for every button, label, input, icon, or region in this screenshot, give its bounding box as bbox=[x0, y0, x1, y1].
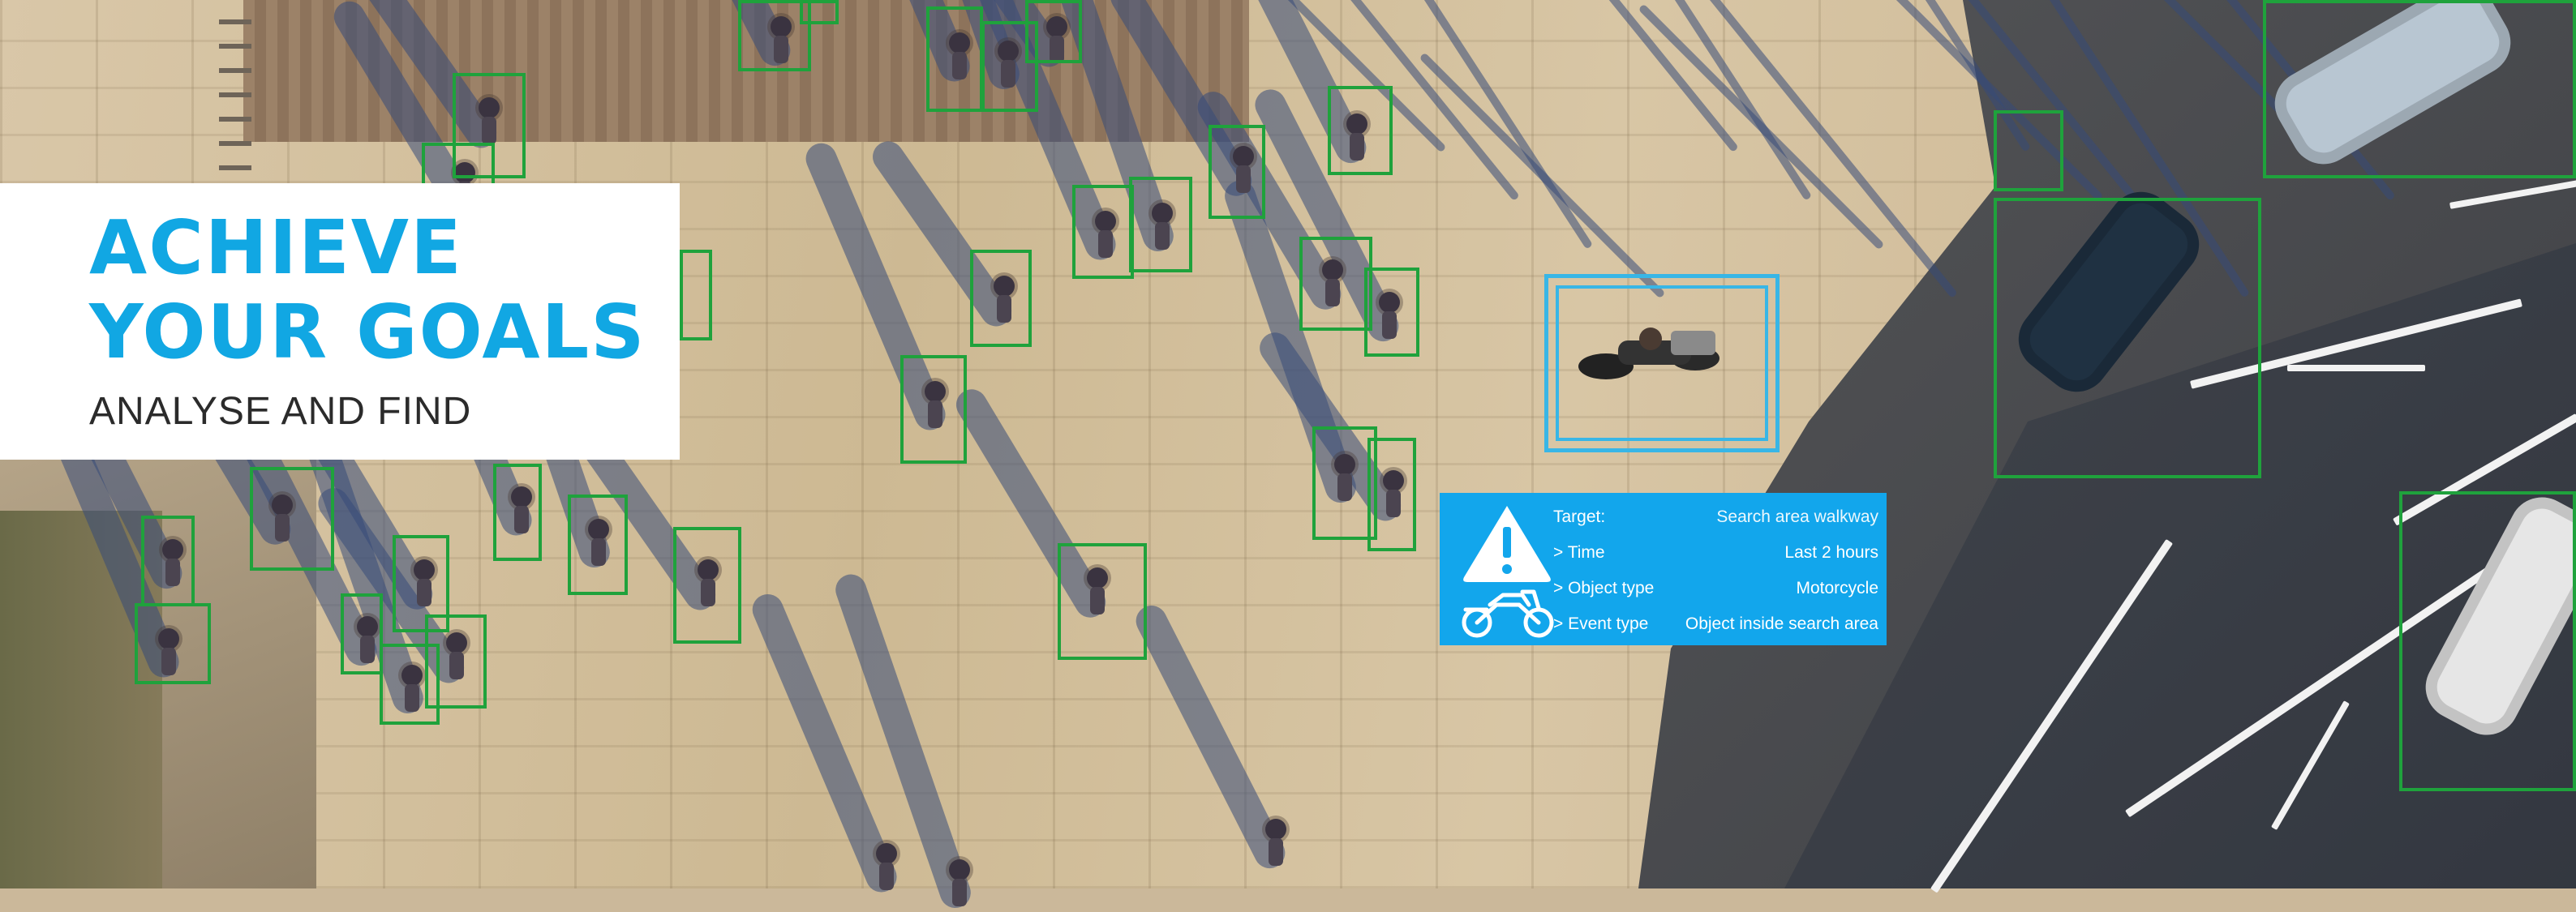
detection-box bbox=[1994, 198, 2261, 478]
pedestrian bbox=[949, 859, 970, 906]
alert-value: Last 2 hours bbox=[1784, 543, 1878, 562]
headline-subtitle: ANALYSE AND FIND bbox=[89, 390, 472, 433]
alert-panel: Target: Search area walkway > Time Last … bbox=[1440, 493, 1887, 645]
alert-rows: Target: Search area walkway > Time Last … bbox=[1553, 499, 1878, 642]
alert-row-object-type: > Object type Motorcycle bbox=[1553, 571, 1878, 606]
alert-key: > Object type bbox=[1553, 579, 1655, 597]
pedestrian bbox=[1265, 819, 1286, 866]
detection-box bbox=[568, 495, 628, 595]
detection-box bbox=[135, 603, 211, 684]
detection-box bbox=[141, 516, 195, 606]
alert-row-time: > Time Last 2 hours bbox=[1553, 535, 1878, 571]
alert-value: Motorcycle bbox=[1796, 579, 1878, 597]
detection-box bbox=[1129, 177, 1192, 272]
alert-key: > Event type bbox=[1553, 614, 1649, 633]
detection-box bbox=[1025, 0, 1082, 63]
detection-box bbox=[493, 464, 542, 561]
headline-line-1: ACHIEVE bbox=[89, 204, 463, 291]
detection-box bbox=[1364, 268, 1419, 357]
deck-railing bbox=[219, 0, 251, 170]
alert-row-target: Target: Search area walkway bbox=[1553, 499, 1878, 535]
detection-box bbox=[900, 355, 967, 464]
detection-box bbox=[673, 527, 741, 644]
alert-value: Search area walkway bbox=[1716, 507, 1878, 526]
detection-box bbox=[1328, 86, 1393, 175]
detection-box bbox=[1209, 125, 1265, 219]
lane-marking bbox=[2287, 365, 2425, 371]
alert-key: Target: bbox=[1553, 507, 1606, 526]
detection-box bbox=[970, 250, 1032, 347]
detection-box bbox=[680, 250, 712, 340]
detection-box bbox=[800, 0, 839, 24]
detection-box bbox=[1058, 543, 1147, 660]
detection-box bbox=[2263, 0, 2576, 178]
alert-icons bbox=[1462, 506, 1554, 638]
headline-card: ACHIEVE YOUR GOALS ANALYSE AND FIND bbox=[0, 183, 680, 460]
detection-box bbox=[341, 593, 383, 674]
motorcycle-icon bbox=[1462, 589, 1554, 638]
detection-box bbox=[1994, 110, 2063, 191]
alert-key: > Time bbox=[1553, 543, 1605, 562]
target-box-inner bbox=[1556, 285, 1768, 441]
detection-box bbox=[425, 614, 487, 709]
detection-box bbox=[926, 6, 983, 112]
alert-value: Object inside search area bbox=[1685, 614, 1878, 633]
detection-box bbox=[2399, 491, 2576, 791]
detection-box bbox=[1072, 185, 1134, 279]
alert-row-event-type: > Event type Object inside search area bbox=[1553, 606, 1878, 642]
headline-line-2: YOUR GOALS bbox=[89, 289, 646, 375]
warning-icon bbox=[1463, 506, 1551, 582]
detection-box bbox=[1299, 237, 1372, 331]
pedestrian bbox=[876, 843, 897, 890]
detection-box bbox=[1367, 438, 1416, 551]
detection-box bbox=[250, 467, 334, 571]
